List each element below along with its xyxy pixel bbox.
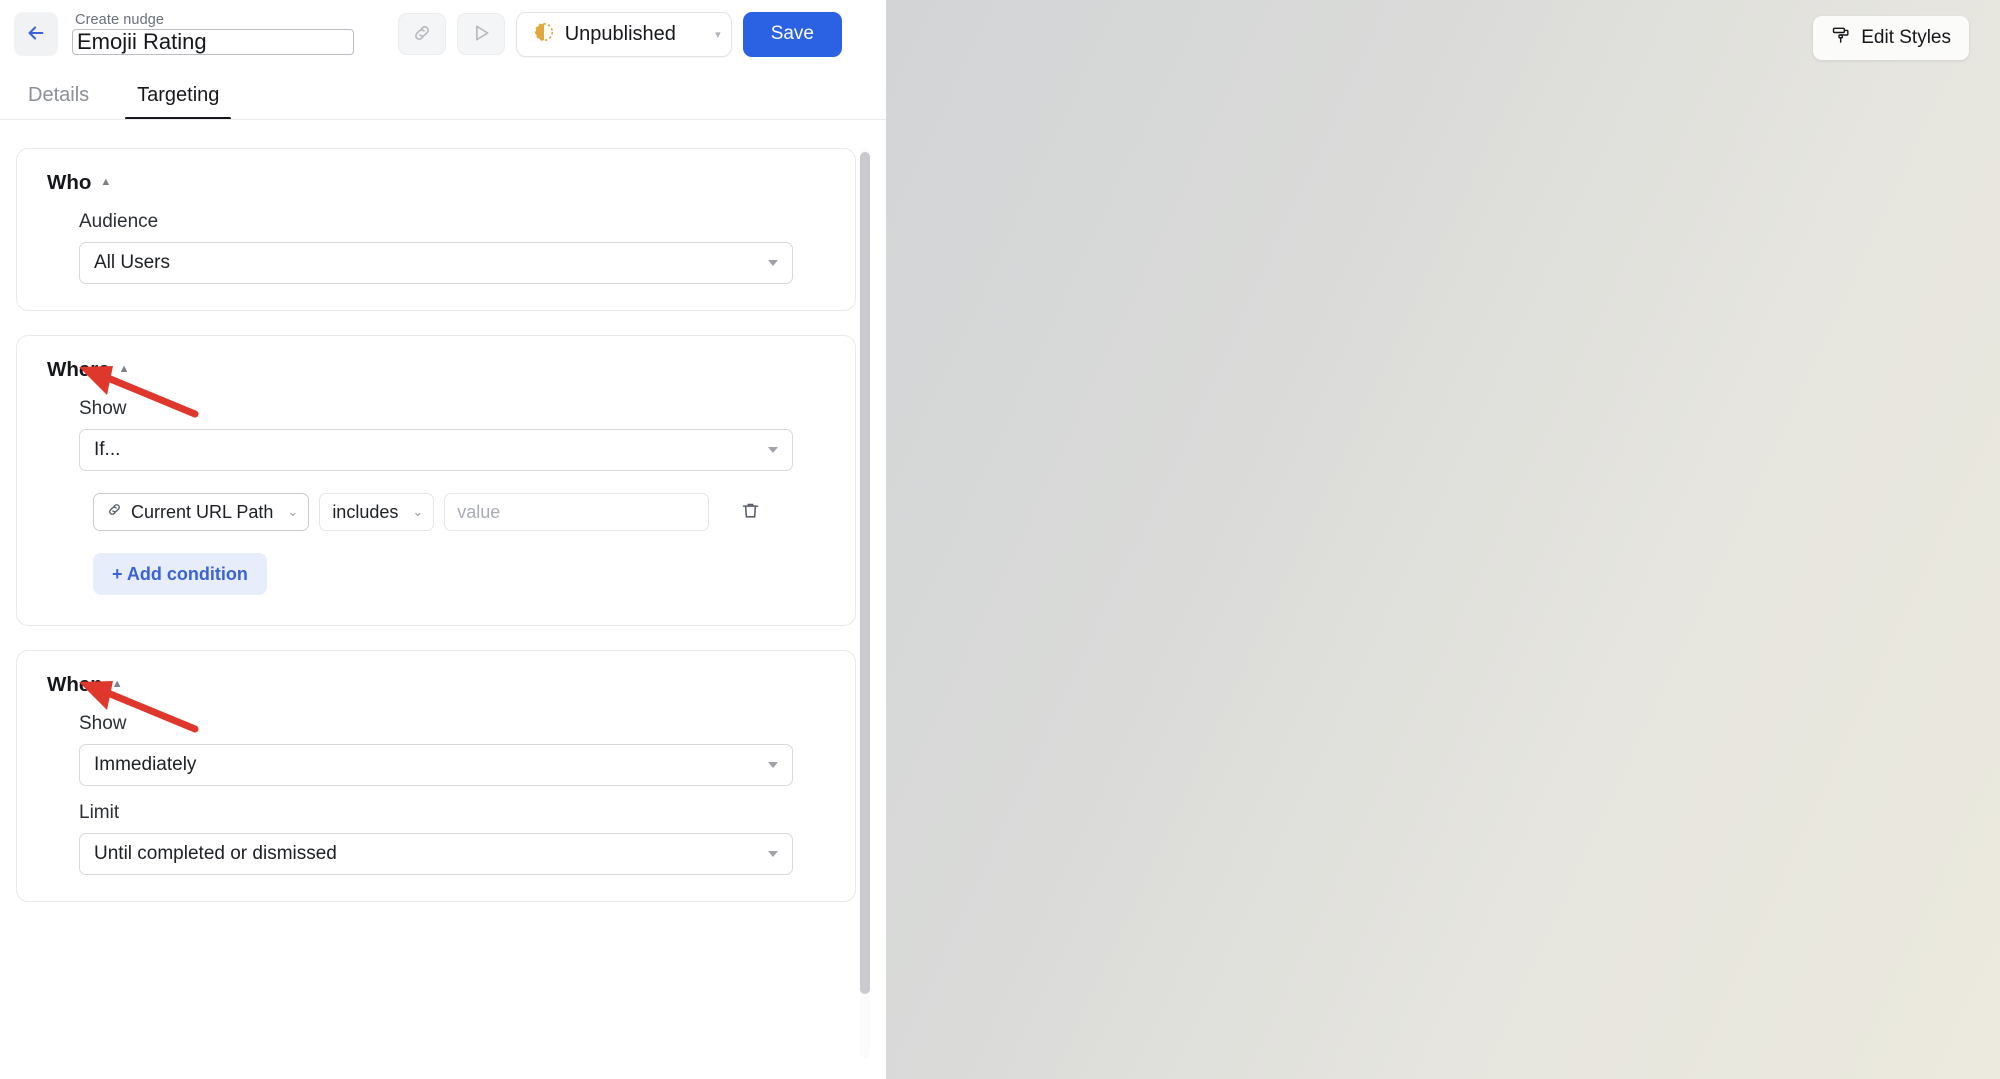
chevron-up-icon: ▲ — [111, 678, 123, 690]
back-button[interactable] — [14, 12, 58, 56]
condition-attribute-select[interactable]: Current URL Path ⌄ — [93, 493, 310, 531]
chevron-down-icon — [768, 851, 778, 857]
when-show-select[interactable]: Immediately — [79, 744, 793, 786]
editor-scrollbar-track[interactable] — [860, 148, 870, 1058]
editor-header: Create nudge Emojii Rating Unpublished ▾… — [0, 0, 886, 68]
publish-status-select[interactable]: Unpublished ▾ — [515, 11, 732, 57]
audience-label: Audience — [79, 211, 159, 232]
trash-icon — [740, 500, 761, 524]
copy-link-button[interactable] — [397, 13, 446, 55]
arrow-left-icon — [25, 22, 47, 47]
audience-select[interactable]: All Users — [79, 242, 793, 284]
chevron-down-icon — [768, 762, 778, 768]
condition-attribute-value: Current URL Path — [131, 501, 274, 522]
chevron-down-icon: ⌄ — [412, 504, 424, 519]
section-when-title: When — [47, 673, 103, 696]
play-icon — [471, 23, 491, 46]
limit-label: Limit — [79, 802, 120, 823]
chevron-down-icon — [768, 260, 778, 266]
save-button[interactable]: Save — [742, 11, 842, 57]
editor-panel: Create nudge Emojii Rating Unpublished ▾… — [0, 0, 886, 1079]
add-condition-button[interactable]: + Add condition — [93, 553, 267, 595]
chevron-down-icon: ⌄ — [287, 504, 299, 519]
when-show-label: Show — [79, 713, 127, 734]
condition-value-input[interactable] — [444, 493, 710, 531]
paint-roller-icon — [1831, 25, 1851, 51]
condition-row: Current URL Path ⌄ includes ⌄ — [93, 493, 825, 531]
section-who-title: Who — [47, 171, 92, 194]
section-when: When ▲ Show Immediately Limit Until comp… — [16, 650, 856, 902]
link-icon — [106, 501, 123, 523]
section-where-title: Where — [47, 358, 110, 381]
delete-condition-button[interactable] — [733, 495, 767, 529]
editor-tabs: Details Targeting — [0, 68, 886, 120]
audience-value: All Users — [94, 252, 171, 273]
tab-details[interactable]: Details — [16, 84, 101, 120]
edit-styles-button[interactable]: Edit Styles — [1813, 16, 1969, 60]
title-group: Create nudge — [72, 13, 358, 55]
preview-play-button[interactable] — [456, 13, 505, 55]
targeting-scroll-area[interactable]: Who ▲ Audience All Users Where ▲ Show If… — [0, 120, 886, 1079]
section-who-header[interactable]: Who ▲ — [47, 171, 825, 195]
limit-value: Until completed or dismissed — [94, 843, 337, 864]
chevron-down-icon — [768, 447, 778, 453]
where-show-label: Show — [79, 398, 127, 419]
limit-select[interactable]: Until completed or dismissed — [79, 833, 793, 875]
editor-scrollbar-thumb[interactable] — [860, 152, 870, 994]
preview-panel: Edit Styles How are we doing? 😡 — [886, 0, 2000, 1079]
edit-styles-label: Edit Styles — [1861, 27, 1951, 48]
where-show-select[interactable]: If... — [79, 429, 793, 471]
section-where: Where ▲ Show If... Current URL Path ⌄ in… — [16, 335, 856, 626]
nudge-editor-app: Create nudge Emojii Rating Unpublished ▾… — [0, 0, 2000, 1079]
where-show-value: If... — [94, 439, 121, 460]
header-actions: Unpublished ▾ Save — [397, 11, 872, 57]
condition-operator-select[interactable]: includes ⌄ — [319, 493, 435, 531]
when-show-value: Immediately — [94, 754, 197, 775]
half-circle-icon — [533, 21, 555, 48]
section-where-header[interactable]: Where ▲ — [47, 358, 825, 382]
chevron-down-icon: ▾ — [715, 28, 721, 41]
publish-status-label: Unpublished — [564, 22, 676, 45]
link-icon — [412, 23, 432, 46]
sliders-settings-button[interactable] — [814, 76, 854, 120]
tab-targeting[interactable]: Targeting — [125, 84, 232, 120]
section-who: Who ▲ Audience All Users — [16, 148, 856, 401]
condition-operator-value: includes — [332, 501, 399, 522]
chevron-up-icon: ▲ — [100, 176, 112, 188]
nudge-title-input[interactable] — [72, 29, 354, 55]
chevron-up-icon: ▲ — [118, 363, 130, 375]
section-when-header[interactable]: When ▲ — [47, 673, 825, 697]
breadcrumb-kicker: Create nudge — [75, 12, 165, 28]
